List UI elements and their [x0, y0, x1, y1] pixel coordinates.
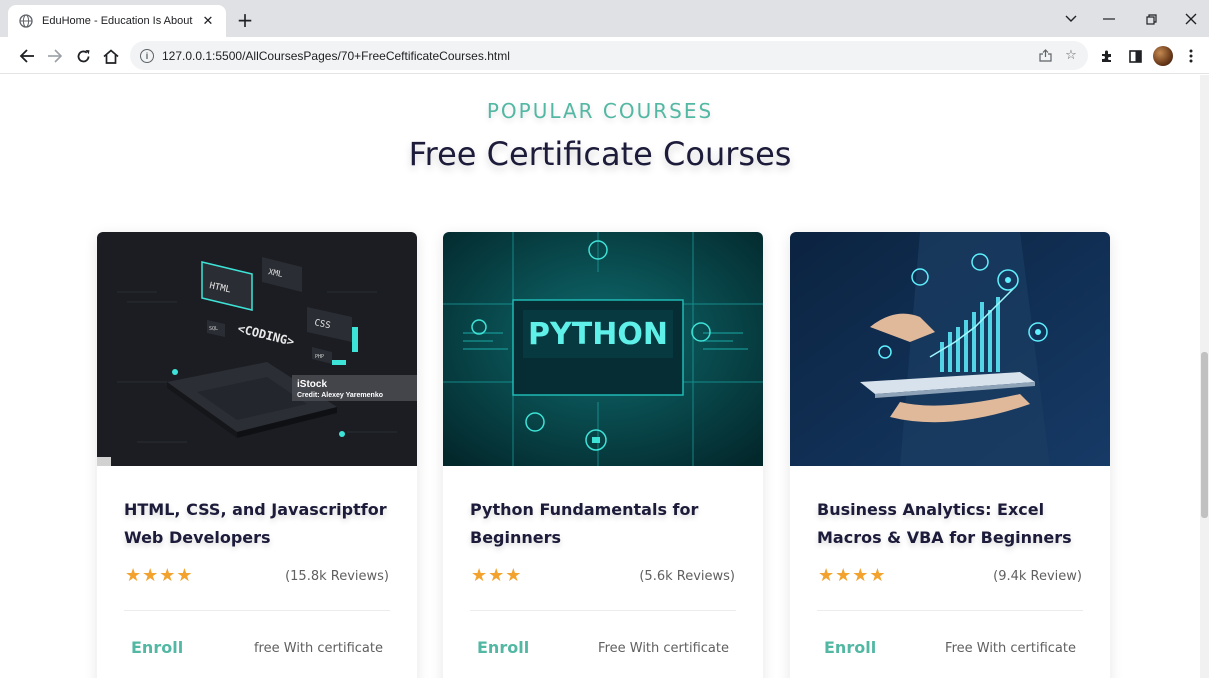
card-divider	[124, 610, 390, 611]
course-card[interactable]: Business Analytics: Excel Macros & VBA f…	[790, 232, 1110, 678]
course-title[interactable]: HTML, CSS, and Javascriptfor Web Develop…	[124, 496, 394, 552]
course-title[interactable]: Business Analytics: Excel Macros & VBA f…	[817, 496, 1087, 552]
forward-arrow-icon[interactable]	[44, 45, 66, 67]
page-viewport: POPULAR COURSES Free Certificate Courses…	[0, 75, 1209, 678]
reload-icon[interactable]	[72, 45, 94, 67]
close-icon[interactable]: ✕	[200, 13, 216, 29]
card-divider	[817, 610, 1083, 611]
course-card[interactable]: PYTHON Python Fundamentals for Beginners…	[443, 232, 763, 678]
share-icon[interactable]	[1036, 46, 1054, 64]
price-label: Free With certificate	[598, 641, 729, 656]
minimize-icon[interactable]	[1098, 8, 1120, 30]
enroll-button[interactable]: Enroll	[824, 638, 876, 657]
image-label-sql: SQL	[209, 326, 218, 332]
browser-tab-bar: EduHome - Education Is About A ✕ +	[0, 0, 1209, 37]
review-count: (9.4k Review)	[993, 569, 1082, 584]
scrollbar-thumb[interactable]	[1201, 352, 1208, 518]
globe-icon	[18, 13, 34, 29]
enroll-button[interactable]: Enroll	[131, 638, 183, 657]
extensions-icon[interactable]	[1096, 45, 1118, 67]
price-label: free With certificate	[253, 641, 383, 656]
window-close-icon[interactable]	[1180, 8, 1202, 30]
plus-icon[interactable]: +	[234, 9, 256, 31]
info-icon[interactable]: i	[140, 48, 154, 63]
page-scrollbar[interactable]	[1200, 75, 1209, 678]
enroll-button[interactable]: Enroll	[477, 638, 529, 657]
section-subtitle: POPULAR COURSES	[486, 99, 714, 123]
home-icon[interactable]	[100, 45, 122, 67]
review-count: (5.6k Reviews)	[639, 569, 735, 584]
address-bar[interactable]: i 127.0.0.1:5500/AllCoursesPages/70+Free…	[130, 41, 1088, 70]
course-image-business-analytics[interactable]	[790, 232, 1110, 466]
course-card[interactable]: HTML XML CSS <CODING> SQL PHP iStock Cre…	[97, 232, 417, 678]
review-count: (15.8k Reviews)	[285, 569, 389, 584]
watermark-credit: Credit: Alexey Yaremenko	[297, 392, 383, 399]
tab-title: EduHome - Education Is About A	[42, 15, 194, 27]
star-rating: ★★★	[471, 565, 523, 586]
browser-toolbar: i 127.0.0.1:5500/AllCoursesPages/70+Free…	[0, 37, 1209, 74]
more-menu-icon[interactable]	[1180, 45, 1202, 67]
back-arrow-icon[interactable]	[16, 45, 38, 67]
image-label-php: PHP	[315, 354, 324, 360]
star-rating: ★★★★	[125, 565, 194, 586]
star-bookmark-icon[interactable]: ☆	[1062, 46, 1080, 64]
browser-tab-active[interactable]: EduHome - Education Is About A ✕	[8, 5, 226, 37]
url-text: 127.0.0.1:5500/AllCoursesPages/70+FreeCe…	[162, 48, 510, 63]
avatar[interactable]	[1153, 46, 1173, 66]
chevron-down-icon[interactable]	[1060, 8, 1082, 30]
course-title[interactable]: Python Fundamentals for Beginners	[470, 496, 740, 552]
course-image-coding[interactable]: HTML XML CSS <CODING> SQL PHP iStock Cre…	[97, 232, 417, 466]
card-divider	[470, 610, 736, 611]
course-image-python[interactable]: PYTHON	[443, 232, 763, 466]
watermark-brand: iStock	[297, 379, 327, 390]
page-title: Free Certificate Courses	[408, 135, 792, 173]
price-label: Free With certificate	[945, 641, 1076, 656]
sidepanel-icon[interactable]	[1124, 45, 1146, 67]
image-label-python: PYTHON	[528, 317, 668, 352]
restore-icon[interactable]	[1140, 8, 1162, 30]
star-rating: ★★★★	[818, 565, 887, 586]
